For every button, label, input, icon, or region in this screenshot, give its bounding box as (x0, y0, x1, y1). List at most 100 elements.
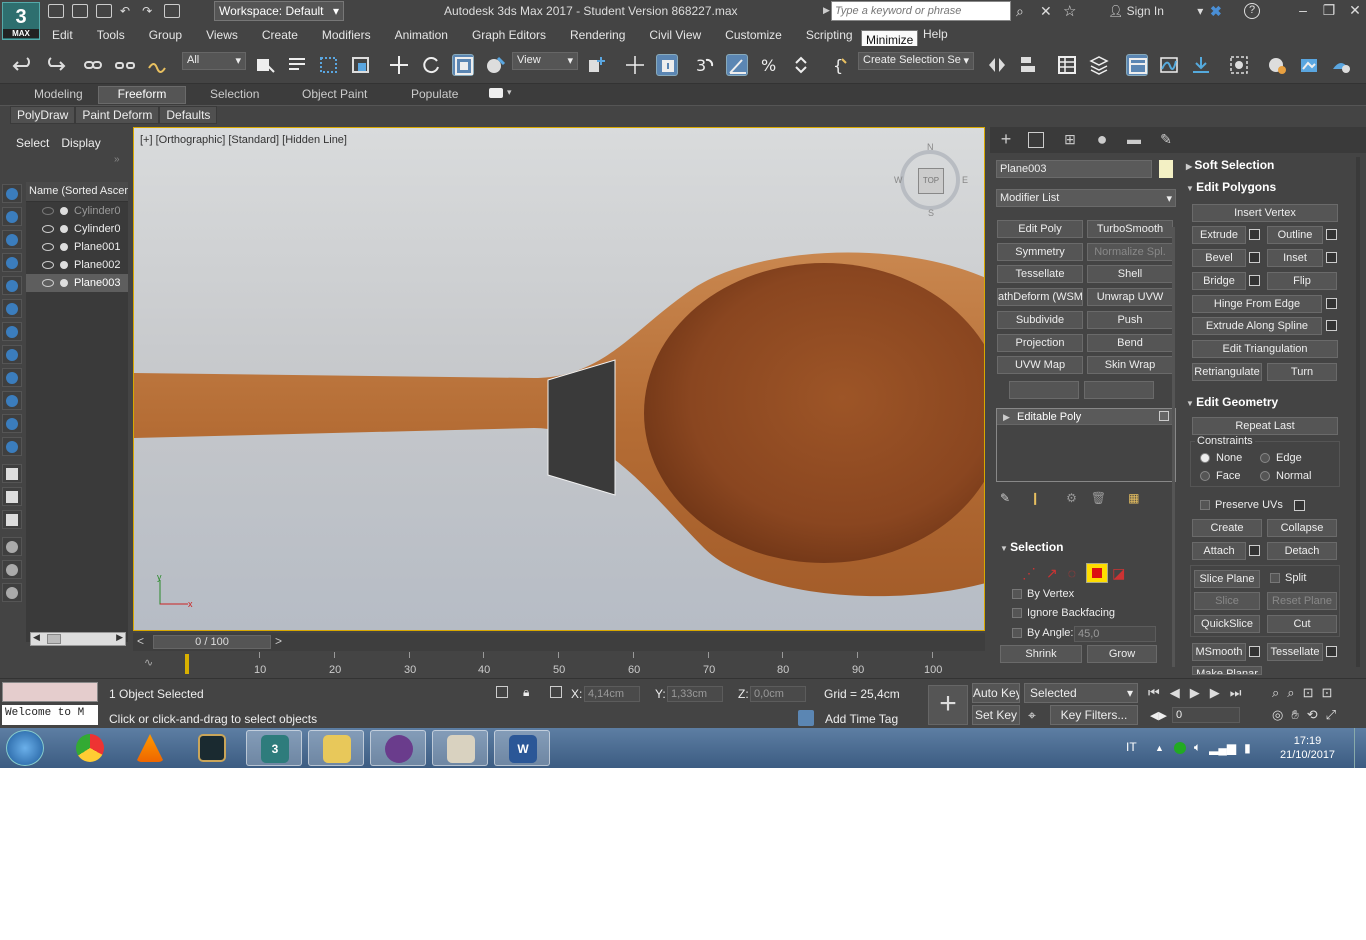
utilities-panel-icon[interactable]: ✎ (1156, 130, 1176, 150)
play-icon[interactable]: ▶︎ (1190, 685, 1200, 701)
rotate-icon[interactable] (420, 54, 442, 76)
freeze-icon[interactable] (60, 207, 68, 215)
display-shapes-icon[interactable] (2, 207, 22, 226)
app-taskbar-icon[interactable] (370, 730, 426, 766)
stack-item-editable-poly[interactable]: ▶ Editable Poly (997, 409, 1175, 425)
name-column-header[interactable]: Name (Sorted Ascer (26, 182, 128, 202)
move-icon[interactable] (388, 54, 410, 76)
angle-spinner[interactable]: 45,0 (1074, 626, 1156, 642)
split-checkbox[interactable]: Split (1270, 572, 1306, 584)
display-xrefs-icon[interactable] (2, 345, 22, 364)
grow-button[interactable]: Grow (1087, 645, 1157, 663)
freeze-icon[interactable] (60, 261, 68, 269)
visibility-eye-icon[interactable] (42, 207, 54, 215)
set-key-big-button[interactable]: + (928, 685, 968, 725)
track-bar[interactable]: 10 20 30 40 50 60 70 80 90 100 (185, 652, 985, 678)
expand-arrow-icon[interactable]: ▶ (1003, 409, 1010, 425)
previous-key-icon[interactable]: ◀︎ (1170, 685, 1180, 701)
modifier-symmetry-button[interactable]: Symmetry (997, 243, 1083, 261)
display-none-icon[interactable] (2, 487, 22, 506)
msmooth-settings-icon[interactable] (1249, 646, 1260, 657)
sync-selection-icon[interactable] (2, 537, 22, 556)
constraint-edge-radio[interactable]: Edge (1260, 452, 1302, 464)
vertical-scrollbar[interactable] (1172, 227, 1175, 667)
display-groups-icon[interactable] (2, 322, 22, 341)
redo-icon[interactable] (44, 54, 66, 76)
remove-modifier-icon[interactable]: 🗑︎ (1091, 491, 1106, 505)
binoculars-icon[interactable]: ⌕ (1016, 3, 1024, 20)
tab-populate[interactable]: Populate (411, 87, 458, 101)
percent-snap-icon[interactable]: % (758, 54, 780, 76)
ribbon-options-icon[interactable] (489, 88, 503, 98)
attach-list-icon[interactable] (1249, 545, 1260, 556)
visibility-eye-icon[interactable] (42, 225, 54, 233)
menu-customize[interactable]: Customize (713, 25, 794, 45)
schematic-view-icon[interactable] (1190, 54, 1212, 76)
time-slider[interactable]: < 0 / 100 > (133, 633, 985, 651)
extrude-settings-icon[interactable] (1249, 229, 1260, 240)
visibility-eye-icon[interactable] (42, 261, 54, 269)
next-frame-icon[interactable]: > (275, 634, 282, 648)
menu-tools[interactable]: Tools (85, 25, 137, 45)
rectangular-selection-icon[interactable] (318, 54, 340, 76)
scroll-thumb[interactable] (47, 634, 61, 644)
save-file-icon[interactable] (96, 4, 112, 18)
chrome-taskbar-icon[interactable] (62, 730, 118, 766)
viewport[interactable]: [+] [Orthographic] [Standard] [Hidden Li… (133, 127, 985, 631)
modifier-list-dropdown[interactable]: Modifier List ▾ (996, 189, 1176, 207)
maximize-button[interactable]: ❐ (1318, 2, 1340, 20)
modifier-edit-poly-button[interactable]: Edit Poly (997, 220, 1083, 238)
menu-modifiers[interactable]: Modifiers (310, 25, 383, 45)
outline-button[interactable]: Outline (1267, 226, 1323, 244)
rendered-frame-window-icon[interactable] (1298, 54, 1320, 76)
render-setup-icon[interactable] (1266, 54, 1288, 76)
vlc-taskbar-icon[interactable] (122, 730, 178, 766)
material-editor-icon[interactable] (1228, 54, 1250, 76)
create-button[interactable]: Create (1192, 519, 1262, 537)
border-level-icon[interactable]: ◌ (1068, 565, 1076, 581)
menu-graph-editors[interactable]: Graph Editors (460, 25, 558, 45)
undo-icon[interactable] (12, 54, 34, 76)
align-icon[interactable] (1018, 54, 1040, 76)
league-of-legends-taskbar-icon[interactable] (184, 730, 240, 766)
time-marker[interactable] (185, 654, 189, 674)
display-hidden-icon[interactable] (2, 437, 22, 456)
hierarchy-panel-icon[interactable]: ⊞ (1060, 130, 1080, 150)
selection-rollout-header[interactable]: ▼ Selection (1000, 540, 1064, 554)
workspace-dropdown[interactable]: Workspace: Default ▾ (214, 1, 344, 21)
go-to-start-icon[interactable]: ⏮ (1148, 685, 1160, 701)
modifier-pathdeform-button[interactable]: athDeform (WSM (997, 288, 1083, 306)
visibility-eye-icon[interactable] (42, 279, 54, 287)
object-name-field[interactable]: Plane003 (996, 160, 1152, 178)
viewcube[interactable]: TOP N S W E (894, 142, 968, 218)
add-time-tag[interactable]: Add Time Tag (825, 712, 898, 726)
insert-vertex-button[interactable]: Insert Vertex (1192, 204, 1338, 222)
preserve-uvs-settings-icon[interactable] (1294, 500, 1305, 511)
hinge-settings-icon[interactable] (1326, 298, 1337, 309)
viewcube-top-face[interactable]: TOP (918, 168, 944, 194)
stack-toggle-icon[interactable] (1159, 411, 1169, 421)
zoom-all-icon[interactable]: ⌕ (1287, 685, 1294, 701)
search-input[interactable]: Type a keyword or phrase (831, 1, 1011, 21)
maxscript-mini-listener[interactable]: Welcome to M (2, 705, 98, 725)
constraint-face-radio[interactable]: Face (1200, 470, 1240, 482)
menu-edit[interactable]: Edit (40, 25, 85, 45)
display-helpers-icon[interactable] (2, 276, 22, 295)
make-unique-icon[interactable]: ⚙ (1066, 491, 1077, 505)
quickslice-button[interactable]: QuickSlice (1194, 615, 1260, 633)
bridge-button[interactable]: Bridge (1192, 272, 1246, 290)
polydraw-panel[interactable]: PolyDraw (10, 106, 76, 124)
pin-stack-icon[interactable]: ✎ (1000, 491, 1010, 505)
snaps-toggle-icon[interactable]: 3 (694, 54, 716, 76)
vertex-level-icon[interactable]: ⋰ (1022, 565, 1036, 582)
display-cameras-icon[interactable] (2, 253, 22, 272)
maxscript-listener-box[interactable] (2, 682, 98, 702)
motion-panel-icon[interactable]: ● (1092, 130, 1112, 150)
tab-selection[interactable]: Selection (210, 87, 259, 101)
edge-level-icon[interactable]: ↗ (1046, 565, 1058, 582)
element-level-icon[interactable]: ◪ (1112, 565, 1125, 582)
freeze-icon[interactable] (60, 225, 68, 233)
antivirus-icon[interactable] (1173, 741, 1186, 754)
ignore-backfacing-checkbox[interactable]: Ignore Backfacing (1012, 607, 1115, 619)
orbit-icon[interactable]: ⟲ (1307, 707, 1318, 723)
